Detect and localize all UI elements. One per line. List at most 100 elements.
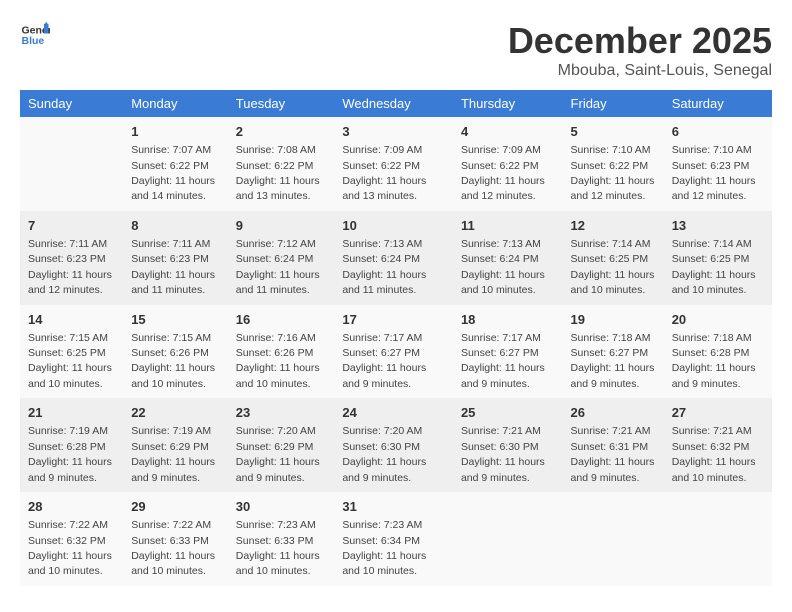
sunset-info: Sunset: 6:24 PM [461, 253, 539, 265]
day-cell: 7 Sunrise: 7:11 AM Sunset: 6:23 PM Dayli… [20, 211, 123, 305]
day-cell: 17 Sunrise: 7:17 AM Sunset: 6:27 PM Dayl… [334, 305, 453, 399]
day-cell: 20 Sunrise: 7:18 AM Sunset: 6:28 PM Dayl… [664, 305, 772, 399]
sunset-info: Sunset: 6:30 PM [461, 441, 539, 453]
sunrise-info: Sunrise: 7:23 AM [342, 519, 422, 531]
sunrise-info: Sunrise: 7:12 AM [236, 238, 316, 250]
logo: General Blue [20, 20, 50, 50]
day-cell: 31 Sunrise: 7:23 AM Sunset: 6:34 PM Dayl… [334, 492, 453, 586]
daylight-info: Daylight: 11 hours and 9 minutes. [672, 362, 756, 389]
sunrise-info: Sunrise: 7:17 AM [342, 332, 422, 344]
sunrise-info: Sunrise: 7:08 AM [236, 144, 316, 156]
day-cell: 15 Sunrise: 7:15 AM Sunset: 6:26 PM Dayl… [123, 305, 228, 399]
sunset-info: Sunset: 6:27 PM [461, 347, 539, 359]
day-cell: 11 Sunrise: 7:13 AM Sunset: 6:24 PM Dayl… [453, 211, 563, 305]
sunset-info: Sunset: 6:23 PM [672, 160, 750, 172]
sunrise-info: Sunrise: 7:19 AM [28, 425, 108, 437]
day-number: 25 [461, 404, 555, 422]
day-number: 14 [28, 311, 115, 329]
daylight-info: Daylight: 11 hours and 10 minutes. [342, 550, 426, 577]
sunset-info: Sunset: 6:23 PM [131, 253, 209, 265]
day-cell: 14 Sunrise: 7:15 AM Sunset: 6:25 PM Dayl… [20, 305, 123, 399]
day-number: 6 [672, 123, 764, 141]
sunset-info: Sunset: 6:33 PM [131, 535, 209, 547]
day-cell: 28 Sunrise: 7:22 AM Sunset: 6:32 PM Dayl… [20, 492, 123, 586]
day-number: 30 [236, 498, 327, 516]
day-number: 3 [342, 123, 445, 141]
daylight-info: Daylight: 11 hours and 9 minutes. [28, 456, 112, 483]
sunset-info: Sunset: 6:26 PM [236, 347, 314, 359]
sunset-info: Sunset: 6:26 PM [131, 347, 209, 359]
daylight-info: Daylight: 11 hours and 10 minutes. [236, 362, 320, 389]
sunset-info: Sunset: 6:22 PM [131, 160, 209, 172]
day-number: 31 [342, 498, 445, 516]
day-cell: 4 Sunrise: 7:09 AM Sunset: 6:22 PM Dayli… [453, 117, 563, 211]
header-row: Sunday Monday Tuesday Wednesday Thursday… [20, 90, 772, 117]
sunset-info: Sunset: 6:32 PM [672, 441, 750, 453]
sunset-info: Sunset: 6:27 PM [571, 347, 649, 359]
daylight-info: Daylight: 11 hours and 10 minutes. [131, 550, 215, 577]
sunset-info: Sunset: 6:25 PM [672, 253, 750, 265]
day-cell: 9 Sunrise: 7:12 AM Sunset: 6:24 PM Dayli… [228, 211, 335, 305]
day-cell: 25 Sunrise: 7:21 AM Sunset: 6:30 PM Dayl… [453, 398, 563, 492]
sunrise-info: Sunrise: 7:21 AM [461, 425, 541, 437]
daylight-info: Daylight: 11 hours and 14 minutes. [131, 175, 215, 202]
sunset-info: Sunset: 6:22 PM [461, 160, 539, 172]
sunrise-info: Sunrise: 7:14 AM [571, 238, 651, 250]
sunrise-info: Sunrise: 7:20 AM [236, 425, 316, 437]
daylight-info: Daylight: 11 hours and 10 minutes. [236, 550, 320, 577]
day-cell: 23 Sunrise: 7:20 AM Sunset: 6:29 PM Dayl… [228, 398, 335, 492]
sunrise-info: Sunrise: 7:22 AM [131, 519, 211, 531]
sunset-info: Sunset: 6:22 PM [571, 160, 649, 172]
day-cell: 12 Sunrise: 7:14 AM Sunset: 6:25 PM Dayl… [563, 211, 664, 305]
sunrise-info: Sunrise: 7:11 AM [131, 238, 210, 250]
sunset-info: Sunset: 6:32 PM [28, 535, 106, 547]
day-number: 28 [28, 498, 115, 516]
daylight-info: Daylight: 11 hours and 9 minutes. [571, 456, 655, 483]
col-thursday: Thursday [453, 90, 563, 117]
sunset-info: Sunset: 6:28 PM [672, 347, 750, 359]
day-cell: 24 Sunrise: 7:20 AM Sunset: 6:30 PM Dayl… [334, 398, 453, 492]
main-title: December 2025 [508, 20, 772, 62]
daylight-info: Daylight: 11 hours and 13 minutes. [236, 175, 320, 202]
sunrise-info: Sunrise: 7:15 AM [131, 332, 211, 344]
sunrise-info: Sunrise: 7:18 AM [672, 332, 752, 344]
sunset-info: Sunset: 6:25 PM [28, 347, 106, 359]
day-cell: 16 Sunrise: 7:16 AM Sunset: 6:26 PM Dayl… [228, 305, 335, 399]
col-friday: Friday [563, 90, 664, 117]
day-cell [453, 492, 563, 586]
day-number: 4 [461, 123, 555, 141]
sunrise-info: Sunrise: 7:21 AM [672, 425, 752, 437]
day-cell: 26 Sunrise: 7:21 AM Sunset: 6:31 PM Dayl… [563, 398, 664, 492]
week-row-0: 1 Sunrise: 7:07 AM Sunset: 6:22 PM Dayli… [20, 117, 772, 211]
svg-text:Blue: Blue [22, 35, 45, 47]
sunrise-info: Sunrise: 7:10 AM [672, 144, 752, 156]
sunset-info: Sunset: 6:24 PM [236, 253, 314, 265]
daylight-info: Daylight: 11 hours and 9 minutes. [236, 456, 320, 483]
day-number: 18 [461, 311, 555, 329]
day-number: 15 [131, 311, 220, 329]
col-sunday: Sunday [20, 90, 123, 117]
daylight-info: Daylight: 11 hours and 10 minutes. [28, 362, 112, 389]
day-number: 1 [131, 123, 220, 141]
daylight-info: Daylight: 11 hours and 12 minutes. [28, 269, 112, 296]
day-number: 23 [236, 404, 327, 422]
week-row-1: 7 Sunrise: 7:11 AM Sunset: 6:23 PM Dayli… [20, 211, 772, 305]
day-number: 8 [131, 217, 220, 235]
day-number: 24 [342, 404, 445, 422]
day-number: 13 [672, 217, 764, 235]
day-number: 17 [342, 311, 445, 329]
daylight-info: Daylight: 11 hours and 11 minutes. [342, 269, 426, 296]
daylight-info: Daylight: 11 hours and 12 minutes. [461, 175, 545, 202]
daylight-info: Daylight: 11 hours and 10 minutes. [461, 269, 545, 296]
day-cell: 8 Sunrise: 7:11 AM Sunset: 6:23 PM Dayli… [123, 211, 228, 305]
day-number: 12 [571, 217, 656, 235]
sunset-info: Sunset: 6:22 PM [236, 160, 314, 172]
sunset-info: Sunset: 6:28 PM [28, 441, 106, 453]
sunrise-info: Sunrise: 7:13 AM [461, 238, 541, 250]
day-number: 7 [28, 217, 115, 235]
day-number: 22 [131, 404, 220, 422]
daylight-info: Daylight: 11 hours and 10 minutes. [28, 550, 112, 577]
week-row-3: 21 Sunrise: 7:19 AM Sunset: 6:28 PM Dayl… [20, 398, 772, 492]
sunset-info: Sunset: 6:34 PM [342, 535, 420, 547]
sunset-info: Sunset: 6:24 PM [342, 253, 420, 265]
